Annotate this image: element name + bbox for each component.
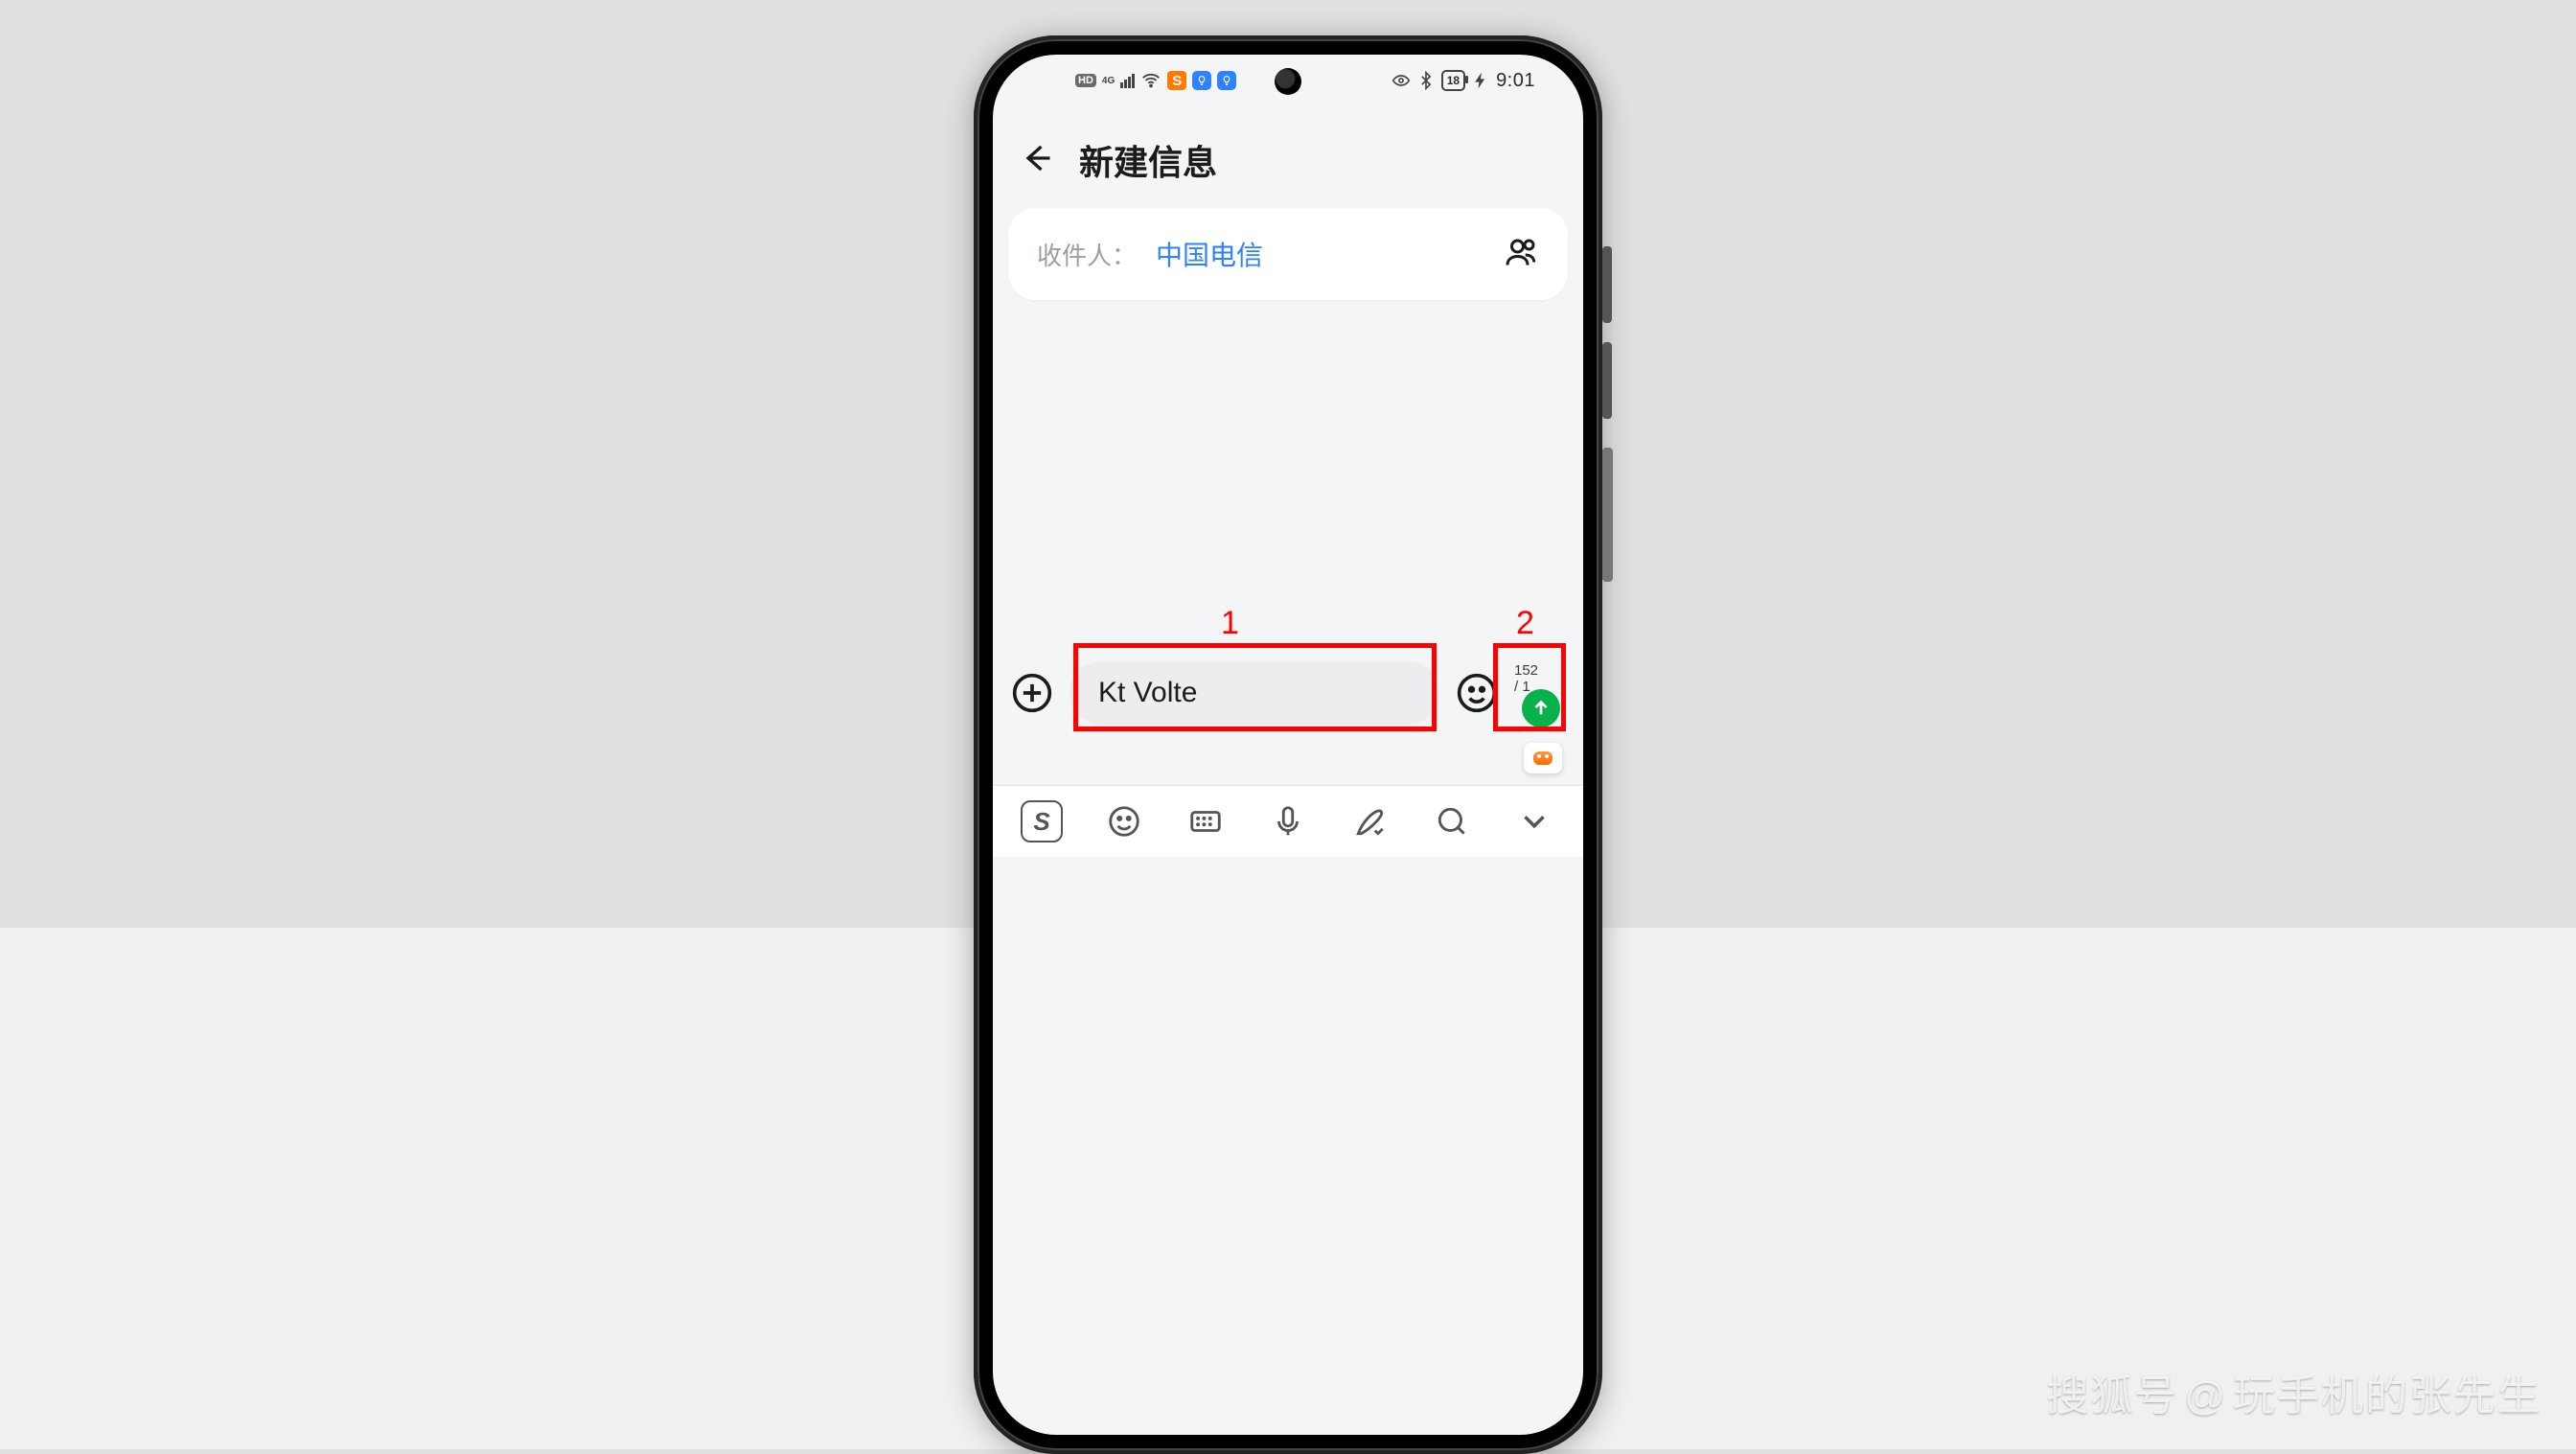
kb-search-button[interactable] [1430,799,1474,843]
kb-voice-button[interactable] [1266,799,1310,843]
recipient-card[interactable]: 收件人： 中国电信 [1008,208,1568,300]
phone-frame: HD 4G S [974,35,1602,1454]
emoji-button[interactable] [1453,669,1501,717]
ime-floating-avatar[interactable] [1524,743,1562,773]
attach-button[interactable] [1008,669,1056,717]
wifi-icon [1140,70,1162,91]
eye-comfort-icon [1392,71,1411,90]
contacts-icon[interactable] [1505,235,1539,274]
sogou-ime-icon: S [1167,71,1186,90]
recipient-label: 收件人： [1037,237,1137,272]
kb-keyboard-button[interactable] [1184,799,1228,843]
power-button [1602,448,1613,582]
hd-icon: HD [1075,74,1096,87]
watermark-sep: @ [2184,1373,2227,1419]
network-4g-icon: 4G [1102,77,1115,85]
watermark: 搜狐号@玩手机的张先生 [2046,1361,2542,1422]
clock-time: 9:01 [1496,70,1535,92]
annotation-1-label: 1 [1221,605,1239,642]
bluetooth-icon [1416,71,1436,90]
message-input[interactable]: Kt Volte [1070,661,1439,725]
watermark-author: 玩手机的张先生 [2233,1373,2542,1419]
title-bar: 新建信息 [993,122,1583,198]
keyboard-toolbar: S [993,785,1583,857]
page-title: 新建信息 [1079,135,1217,185]
compose-row: Kt Volte 152 / 1 [1008,649,1568,737]
ime-logo-button[interactable]: S [1020,799,1064,843]
kb-handwrite-button[interactable] [1348,799,1392,843]
kb-emoji-button[interactable] [1102,799,1146,843]
char-count: 152 / 1 [1514,662,1545,695]
kb-collapse-button[interactable] [1512,799,1556,843]
volume-down-button [1602,342,1612,419]
back-button[interactable] [1020,141,1054,180]
front-camera [1275,68,1301,95]
notification-icon-1 [1192,71,1211,90]
charging-icon [1471,71,1490,90]
annotation-2-label: 2 [1516,605,1534,642]
notification-icon-2 [1217,71,1236,90]
battery-percent: 18 [1447,74,1460,87]
screen: HD 4G S [993,55,1583,1435]
recipient-value[interactable]: 中国电信 [1156,235,1505,273]
battery-icon: 18 [1441,70,1465,91]
watermark-site: 搜狐号 [2046,1373,2178,1419]
send-button[interactable] [1522,689,1560,727]
volume-up-button [1602,246,1612,323]
message-text: Kt Volte [1098,677,1197,709]
signal-icon [1120,74,1135,88]
